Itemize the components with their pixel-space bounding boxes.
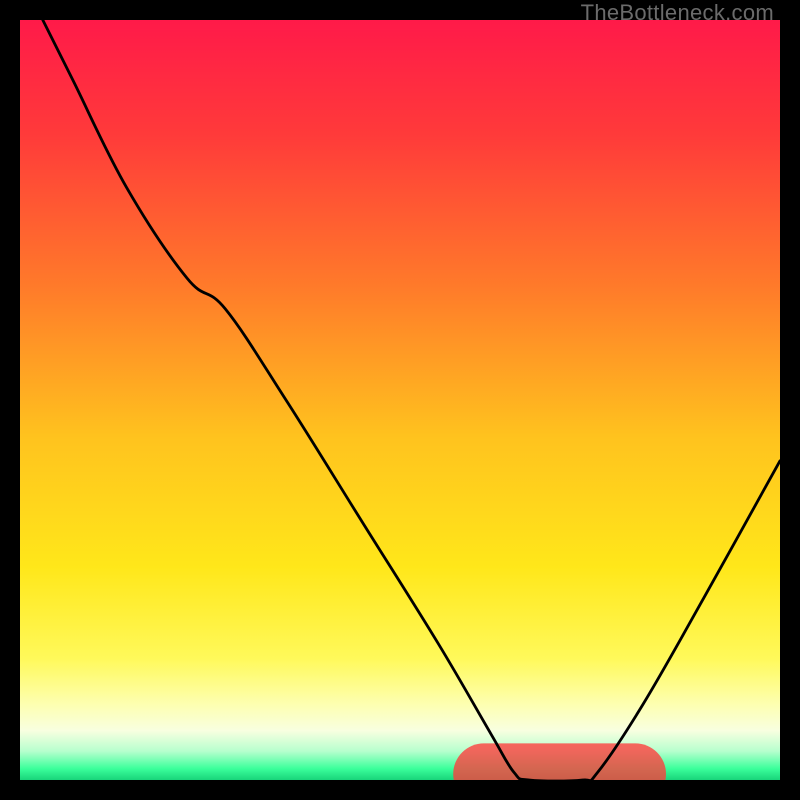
chart-svg bbox=[20, 20, 780, 780]
watermark-text: TheBottleneck.com bbox=[581, 0, 774, 26]
optimum-marker bbox=[453, 743, 666, 780]
chart-frame bbox=[20, 20, 780, 780]
